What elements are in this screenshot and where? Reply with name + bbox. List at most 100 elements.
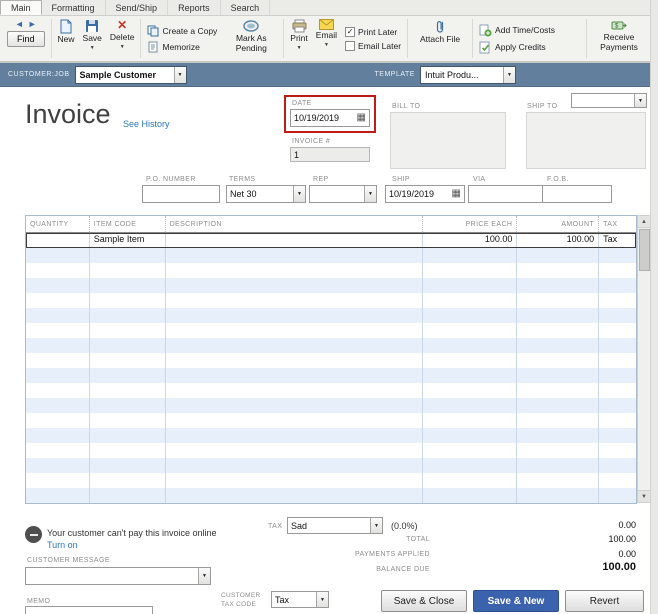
table-cell-quantity[interactable]: [26, 368, 90, 383]
table-cell-tax[interactable]: [599, 473, 636, 488]
table-cell-description[interactable]: [166, 458, 423, 473]
table-cell-quantity[interactable]: [26, 443, 90, 458]
table-cell-item-code[interactable]: [90, 413, 166, 428]
customer-job-dropdown-arrow-icon[interactable]: ▼: [174, 67, 186, 83]
table-cell-quantity[interactable]: [26, 263, 90, 278]
print-button[interactable]: Print ▼: [286, 17, 311, 60]
revert-button[interactable]: Revert: [565, 590, 644, 612]
table-cell-amount[interactable]: [517, 398, 599, 413]
table-cell-description[interactable]: [166, 428, 423, 443]
table-cell-tax[interactable]: [599, 368, 636, 383]
table-cell-item-code[interactable]: Sample Item: [90, 233, 166, 248]
table-cell-description[interactable]: [166, 323, 423, 338]
receive-payments-button[interactable]: $ Receive Payments: [589, 17, 649, 60]
table-cell-tax[interactable]: Tax: [599, 233, 636, 248]
template-dropdown[interactable]: Intuit Produ... ▼: [420, 66, 516, 84]
table-cell-tax[interactable]: [599, 383, 636, 398]
table-cell-price-each[interactable]: [423, 278, 518, 293]
tab-search[interactable]: Search: [221, 0, 271, 15]
add-time-costs-button[interactable]: Add Time/Costs: [479, 24, 555, 37]
table-cell-item-code[interactable]: [90, 458, 166, 473]
table-cell-description[interactable]: [166, 383, 423, 398]
scroll-down-icon[interactable]: ▼: [638, 490, 650, 502]
table-cell-price-each[interactable]: [423, 443, 518, 458]
find-button[interactable]: Find: [7, 31, 45, 47]
table-cell-amount[interactable]: [517, 248, 599, 263]
see-history-link[interactable]: See History: [123, 119, 170, 129]
table-cell-price-each[interactable]: [423, 338, 518, 353]
table-cell-item-code[interactable]: [90, 323, 166, 338]
table-cell-description[interactable]: [166, 263, 423, 278]
table-cell-amount[interactable]: [517, 383, 599, 398]
memorize-button[interactable]: Memorize: [147, 41, 199, 53]
table-cell-amount[interactable]: [517, 488, 599, 503]
table-cell-amount[interactable]: [517, 293, 599, 308]
customer-tax-code-dropdown[interactable]: Tax ▼: [271, 591, 329, 608]
scroll-up-icon[interactable]: ▲: [638, 216, 650, 228]
calendar-icon[interactable]: ▦: [452, 189, 461, 199]
attach-file-button[interactable]: Attach File: [410, 17, 470, 60]
table-cell-description[interactable]: [166, 488, 423, 503]
table-cell-price-each[interactable]: [423, 308, 518, 323]
email-dropdown-arrow-icon[interactable]: ▼: [324, 42, 329, 48]
ship-to-box[interactable]: [526, 112, 646, 169]
table-cell-description[interactable]: [166, 368, 423, 383]
table-cell-quantity[interactable]: [26, 353, 90, 368]
table-cell-description[interactable]: [166, 233, 423, 248]
table-cell-description[interactable]: [166, 398, 423, 413]
save-button[interactable]: Save ▼: [79, 17, 106, 60]
rep-dropdown[interactable]: ▼: [309, 185, 377, 203]
table-cell-item-code[interactable]: [90, 338, 166, 353]
table-row[interactable]: [26, 293, 636, 308]
table-cell-price-each[interactable]: [423, 428, 518, 443]
table-cell-price-each[interactable]: [423, 398, 518, 413]
table-row[interactable]: [26, 383, 636, 398]
memo-field[interactable]: [25, 606, 153, 614]
tab-send-ship[interactable]: Send/Ship: [106, 0, 169, 15]
po-number-field[interactable]: [142, 185, 220, 203]
table-cell-item-code[interactable]: [90, 308, 166, 323]
table-cell-tax[interactable]: [599, 488, 636, 503]
bill-to-box[interactable]: [390, 112, 506, 169]
table-cell-amount[interactable]: [517, 368, 599, 383]
mark-as-pending-button[interactable]: Mark As Pending: [221, 17, 281, 60]
table-cell-price-each[interactable]: [423, 413, 518, 428]
table-cell-amount[interactable]: [517, 443, 599, 458]
table-cell-tax[interactable]: [599, 428, 636, 443]
save-dropdown-arrow-icon[interactable]: ▼: [90, 45, 95, 51]
table-cell-item-code[interactable]: [90, 398, 166, 413]
table-cell-tax[interactable]: [599, 293, 636, 308]
table-cell-item-code[interactable]: [90, 293, 166, 308]
table-cell-description[interactable]: [166, 443, 423, 458]
table-cell-tax[interactable]: [599, 398, 636, 413]
customer-job-dropdown[interactable]: Sample Customer ▼: [75, 66, 187, 84]
table-cell-description[interactable]: [166, 278, 423, 293]
table-cell-amount[interactable]: [517, 473, 599, 488]
table-cell-quantity[interactable]: [26, 488, 90, 503]
table-row[interactable]: [26, 443, 636, 458]
ship-to-dropdown-arrow-icon[interactable]: ▼: [634, 94, 646, 107]
tax-dropdown-arrow-icon[interactable]: ▼: [370, 518, 382, 533]
table-cell-description[interactable]: [166, 338, 423, 353]
forward-arrow-icon[interactable]: ►: [28, 19, 37, 29]
create-copy-button[interactable]: Create a Copy: [147, 25, 217, 37]
table-cell-quantity[interactable]: [26, 278, 90, 293]
table-cell-item-code[interactable]: [90, 428, 166, 443]
table-cell-item-code[interactable]: [90, 278, 166, 293]
table-cell-item-code[interactable]: [90, 353, 166, 368]
table-row[interactable]: [26, 323, 636, 338]
email-button[interactable]: Email ▼: [312, 17, 341, 60]
table-cell-quantity[interactable]: [26, 398, 90, 413]
table-row[interactable]: [26, 428, 636, 443]
table-cell-price-each[interactable]: [423, 488, 518, 503]
table-row[interactable]: [26, 398, 636, 413]
apply-credits-button[interactable]: Apply Credits: [479, 41, 546, 54]
scrollbar-thumb[interactable]: [639, 229, 650, 271]
calendar-icon[interactable]: ▦: [357, 113, 366, 123]
table-cell-item-code[interactable]: [90, 473, 166, 488]
tax-dropdown[interactable]: Sad ▼: [287, 517, 383, 534]
table-cell-amount[interactable]: [517, 428, 599, 443]
table-cell-price-each[interactable]: [423, 293, 518, 308]
table-cell-price-each[interactable]: [423, 383, 518, 398]
tab-formatting[interactable]: Formatting: [42, 0, 106, 15]
